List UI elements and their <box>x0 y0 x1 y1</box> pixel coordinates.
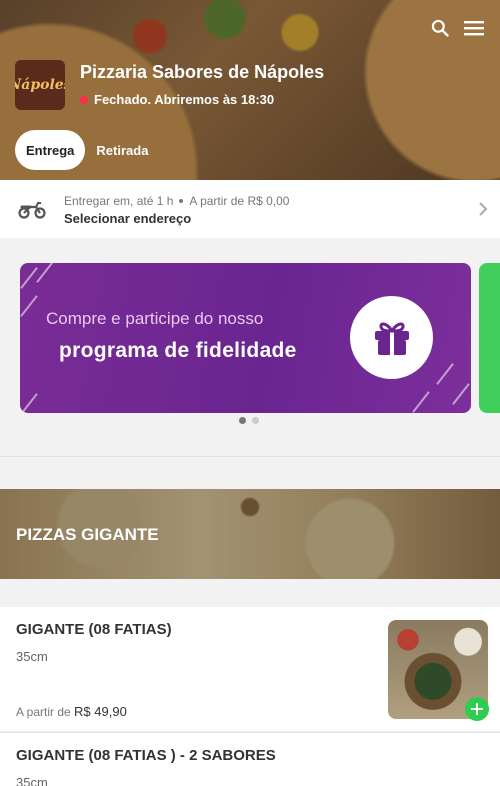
order-type-tabs: Entrega Retirada <box>15 130 159 170</box>
banner-stripe <box>20 295 38 317</box>
plus-icon <box>471 703 483 715</box>
carousel-indicator <box>239 417 259 424</box>
product-card[interactable]: GIGANTE (08 FATIAS) 35cm A partir de R$ … <box>0 607 500 731</box>
product-name: GIGANTE (08 FATIAS) <box>16 621 172 638</box>
tab-retirada[interactable]: Retirada <box>85 130 159 170</box>
banner-stripe <box>412 391 430 413</box>
delivery-address-bar[interactable]: Entregar em, até 1 h A partir de R$ 0,00… <box>0 180 500 238</box>
banner-line2: programa de fidelidade <box>59 339 297 362</box>
search-icon[interactable] <box>428 16 452 40</box>
add-product-button[interactable] <box>465 697 489 721</box>
delivery-details: Entregar em, até 1 h A partir de R$ 0,00 <box>64 194 289 208</box>
section-divider <box>0 456 500 457</box>
store-logo: Nápoles <box>15 60 65 110</box>
product-size: 35cm <box>16 649 48 664</box>
product-name: GIGANTE (08 FATIAS ) - 2 SABORES <box>16 747 276 764</box>
banner-stripe <box>436 363 454 385</box>
banner-stripe <box>36 263 54 283</box>
motorcycle-icon <box>18 202 46 219</box>
status-dot-icon <box>80 95 88 104</box>
price-value: R$ 49,90 <box>74 704 127 719</box>
gift-icon <box>350 296 433 379</box>
banner-stripe <box>20 393 38 413</box>
price-prefix: A partir de <box>16 705 71 719</box>
banner-line1: Compre e participe do nosso <box>46 309 264 328</box>
store-name: Pizzaria Sabores de Nápoles <box>80 62 325 82</box>
logo-text: Nápoles <box>15 77 65 93</box>
store-header: Nápoles Pizzaria Sabores de Nápoles Fech… <box>0 0 500 180</box>
store-status-text: Fechado. Abriremos às 18:30 <box>94 92 275 107</box>
chevron-right-icon <box>479 202 488 216</box>
delivery-info: Entregar em, até 1 h A partir de R$ 0,00… <box>64 194 289 226</box>
category-title: PIZZAS GIGANTE <box>16 525 159 544</box>
product-price: A partir de R$ 49,90 <box>16 704 127 719</box>
header-actions <box>428 16 486 40</box>
delivery-minimum: A partir de R$ 0,00 <box>189 194 290 208</box>
banner-stripe <box>20 267 38 289</box>
menu-icon[interactable] <box>462 16 486 40</box>
separator-dot <box>179 199 184 203</box>
select-address-label: Selecionar endereço <box>64 211 192 226</box>
loyalty-banner[interactable]: Compre e participe do nosso programa de … <box>20 263 471 413</box>
banner-stripe <box>452 383 470 405</box>
store-status: Fechado. Abriremos às 18:30 <box>80 92 274 107</box>
delivery-time: Entregar em, até 1 h <box>64 194 174 208</box>
carousel-dot[interactable] <box>239 417 246 424</box>
category-header: PIZZAS GIGANTE <box>0 489 500 579</box>
carousel-dot[interactable] <box>252 417 259 424</box>
next-banner-preview[interactable] <box>479 263 500 413</box>
tab-entrega[interactable]: Entrega <box>15 130 86 170</box>
product-size: 35cm <box>16 775 48 786</box>
product-card[interactable]: GIGANTE (08 FATIAS ) - 2 SABORES 35cm <box>0 732 500 786</box>
